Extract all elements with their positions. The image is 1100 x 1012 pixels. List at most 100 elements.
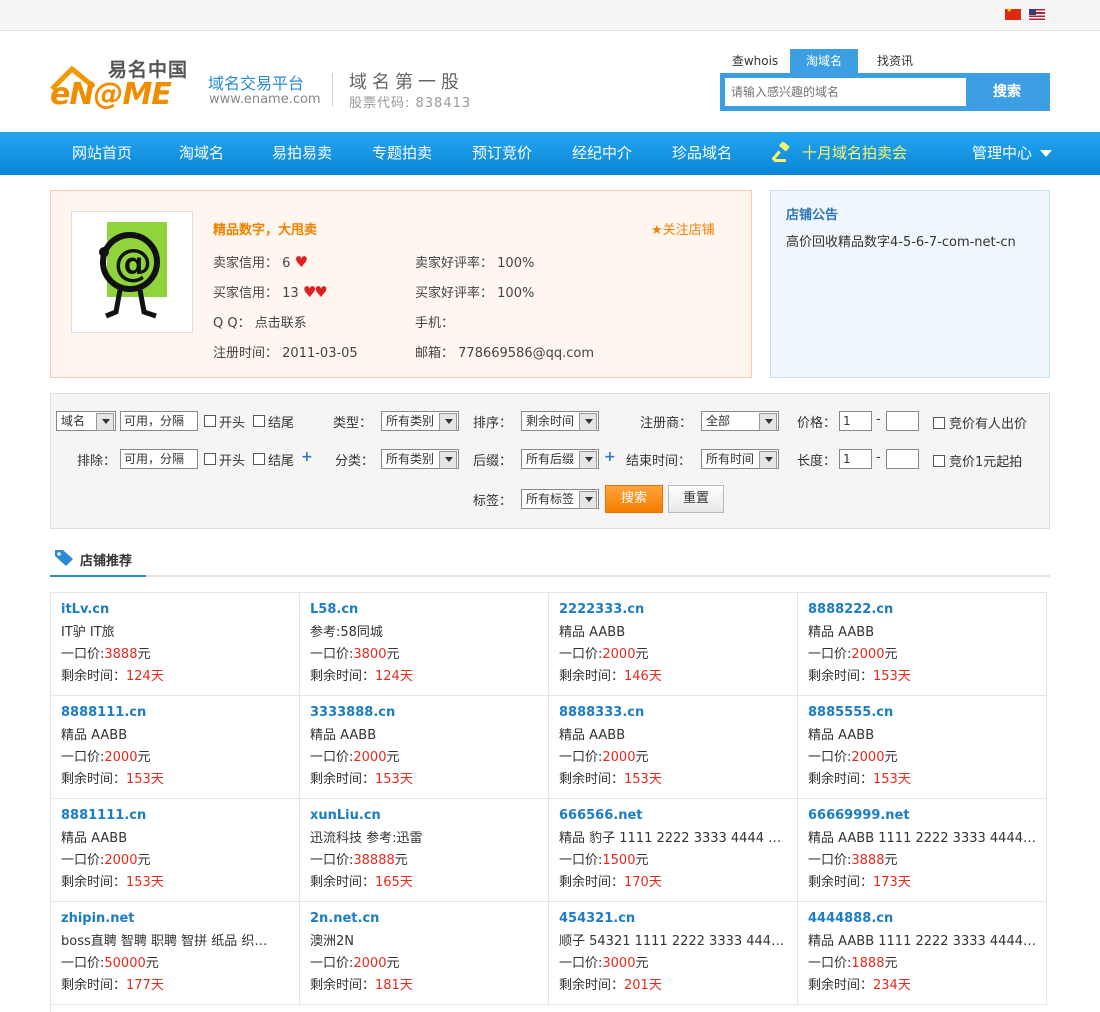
tag-select[interactable]: 所有标签 xyxy=(521,489,599,509)
dropdown-arrow-icon xyxy=(585,419,593,424)
domain-name-link[interactable]: 666566.net xyxy=(559,808,787,830)
search-tab-domain[interactable]: 淘域名 xyxy=(790,49,858,73)
domain-name-link[interactable]: 454321.cn xyxy=(559,911,787,933)
domain-card[interactable]: 4444888.cn 精品 AABB 1111 2222 3333 4444… 一口… xyxy=(798,902,1047,1005)
domain-name-link[interactable]: L58.cn xyxy=(310,602,538,624)
china-flag-icon[interactable] xyxy=(1005,6,1021,20)
dropdown-arrow-icon xyxy=(445,419,453,424)
domain-price: 一口价:2000元 xyxy=(559,749,787,771)
follow-shop-link[interactable]: ★关注店铺 xyxy=(651,219,715,238)
buyer-credit-label: 买家信用： xyxy=(213,286,279,301)
search-input[interactable] xyxy=(725,78,966,106)
price-min-input[interactable]: 1 xyxy=(839,411,872,431)
nav-preorder-bidding[interactable]: 预订竞价 xyxy=(472,132,532,175)
domain-card[interactable]: 666566.net 精品 豹子 1111 2222 3333 4444 5… 一口… xyxy=(549,799,798,902)
search-button[interactable]: 搜索 xyxy=(969,78,1045,106)
domain-name-link[interactable]: 2n.net.cn xyxy=(310,911,538,933)
has-bid-checkbox[interactable] xyxy=(933,417,945,429)
domain-card[interactable]: 2n.net.cn 澳洲2N 一口价:2000元 剩余时间：181天 xyxy=(300,902,549,1005)
add-suffix-button[interactable]: + xyxy=(604,449,616,465)
exclude-starts-with-checkbox[interactable] xyxy=(204,453,216,465)
domain-name-link[interactable]: 8888111.cn xyxy=(61,705,289,727)
domain-name-link[interactable]: 8881111.cn xyxy=(61,808,289,830)
domain-card[interactable]: 8888111.cn 精品 AABB 一口价:2000元 剩余时间：153天 xyxy=(51,696,300,799)
filter-reset-button[interactable]: 重置 xyxy=(668,485,724,513)
notice-title: 店铺公告 xyxy=(786,208,839,223)
search-tab-news[interactable]: 找资讯 xyxy=(858,49,932,73)
domain-card[interactable]: xunLiu.cn 迅流科技 参考:迅雷 一口价:38888元 剩余时间：165天 xyxy=(300,799,549,902)
remaining-time-label: 剩余时间： xyxy=(559,772,625,787)
days-unit: 天 xyxy=(150,875,164,890)
qq-contact-link[interactable]: 点击联系 xyxy=(255,316,307,331)
domain-card[interactable]: zhipin.net boss直聘 智聘 职聘 智拼 纸品 织… 一口价:50000… xyxy=(51,902,300,1005)
tag-label: 标签： xyxy=(473,494,513,509)
domain-card[interactable]: 8881111.cn 精品 AABB 一口价:2000元 剩余时间：153天 xyxy=(51,799,300,902)
price-value: 2000 xyxy=(104,853,138,868)
include-keyword-input[interactable]: 可用，分隔 xyxy=(120,411,198,431)
suffix-select[interactable]: 所有后缀 xyxy=(521,449,599,469)
exclude-ends-with-checkbox[interactable] xyxy=(253,453,265,465)
remaining-time-label: 剩余时间： xyxy=(559,669,625,684)
dropdown-arrow-icon xyxy=(765,419,773,424)
category-select[interactable]: 所有类别 xyxy=(381,449,459,469)
exclude-keyword-input[interactable]: 可用，分隔 xyxy=(120,449,198,469)
domain-card[interactable]: itLv.cn IT驴 IT旅 一口价:3888元 剩余时间：124天 xyxy=(51,593,300,696)
length-min-input[interactable]: 1 xyxy=(839,449,872,469)
search-tab-whois[interactable]: 查whois xyxy=(720,49,790,73)
starts-with-checkbox[interactable] xyxy=(204,415,216,427)
nav-browse-domains[interactable]: 淘域名 xyxy=(179,132,224,175)
nav-manage-center[interactable]: 管理中心 xyxy=(972,132,1052,175)
domain-card[interactable]: 8888333.cn 精品 AABB 一口价:2000元 剩余时间：153天 xyxy=(549,696,798,799)
domain-name-link[interactable]: 2222333.cn xyxy=(559,602,787,624)
price-max-input[interactable] xyxy=(886,411,919,431)
domain-card[interactable]: 66669999.net 精品 AABB 1111 2222 3333 4444…… xyxy=(798,799,1047,902)
nav-easy-auction[interactable]: 易拍易卖 xyxy=(272,132,332,175)
domain-card[interactable]: 8888222.cn 精品 AABB 一口价:2000元 剩余时间：153天 xyxy=(798,593,1047,696)
domain-card[interactable]: 2222333.cn 精品 AABB 一口价:2000元 剩余时间：146天 xyxy=(549,593,798,696)
nav-special-auction[interactable]: 专题拍卖 xyxy=(372,132,432,175)
nav-home[interactable]: 网站首页 xyxy=(72,132,132,175)
end-time-select[interactable]: 所有时间 xyxy=(701,449,779,469)
filter-search-button[interactable]: 搜索 xyxy=(605,485,663,513)
price-value: 2000 xyxy=(353,956,387,971)
price-value: 2000 xyxy=(851,750,885,765)
domain-name-link[interactable]: 8888333.cn xyxy=(559,705,787,727)
domain-name-link[interactable]: xunLiu.cn xyxy=(310,808,538,830)
domain-card[interactable]: 3333888.cn 精品 AABB 一口价:2000元 剩余时间：153天 xyxy=(300,696,549,799)
site-logo[interactable]: 易名中国 eN@ME xyxy=(50,55,195,112)
length-range-dash: - xyxy=(876,450,881,465)
domain-card[interactable]: L58.cn 参考:58同城 一口价:3800元 剩余时间：124天 xyxy=(300,593,549,696)
nav-premium-domains[interactable]: 珍品域名 xyxy=(672,132,732,175)
us-flag-icon[interactable] xyxy=(1029,9,1045,20)
price-label: 一口价: xyxy=(808,956,852,971)
domain-name-link[interactable]: itLv.cn xyxy=(61,602,289,624)
registrar-select[interactable]: 全部 xyxy=(701,411,779,431)
add-exclude-button[interactable]: + xyxy=(301,449,313,465)
domain-name-link[interactable]: zhipin.net xyxy=(61,911,289,933)
domain-field-select[interactable]: 域名 xyxy=(56,411,116,431)
type-select[interactable]: 所有类别 xyxy=(381,411,459,431)
ends-with-checkbox[interactable] xyxy=(253,415,265,427)
price-unit: 元 xyxy=(884,750,898,765)
nav-october-auction[interactable]: 十月域名拍卖会 xyxy=(772,132,907,175)
header-divider xyxy=(332,73,333,106)
length-max-input[interactable] xyxy=(886,449,919,469)
price-unit: 元 xyxy=(635,956,649,971)
domain-description: 精品 AABB xyxy=(808,625,875,640)
sort-label: 排序： xyxy=(473,416,513,431)
domain-name-link[interactable]: 3333888.cn xyxy=(310,705,538,727)
domain-name-link[interactable]: 4444888.cn xyxy=(808,911,1036,933)
notice-text: 高价回收精品数字4-5-6-7-com-net-cn xyxy=(786,235,1016,250)
filter-panel: 域名 可用，分隔 开头 结尾 类型： 所有类别 排序： 剩余时间 注册商： 全部… xyxy=(50,393,1050,529)
seller-rating: 卖家好评率： 100% xyxy=(415,252,534,271)
domain-card[interactable]: 454321.cn 顺子 54321 1111 2222 3333 4444… 一口… xyxy=(549,902,798,1005)
domain-name-link[interactable]: 66669999.net xyxy=(808,808,1036,830)
domain-name-link[interactable]: 8888222.cn xyxy=(808,602,1036,624)
start-one-yuan-checkbox[interactable] xyxy=(933,455,945,467)
domain-remaining-time: 剩余时间：165天 xyxy=(310,874,538,896)
nav-broker[interactable]: 经纪中介 xyxy=(572,132,632,175)
domain-name-link[interactable]: 8885555.cn xyxy=(808,705,1036,727)
domain-description: 精品 AABB xyxy=(559,625,626,640)
sort-select[interactable]: 剩余时间 xyxy=(521,411,599,431)
domain-card[interactable]: 8885555.cn 精品 AABB 一口价:2000元 剩余时间：153天 xyxy=(798,696,1047,799)
